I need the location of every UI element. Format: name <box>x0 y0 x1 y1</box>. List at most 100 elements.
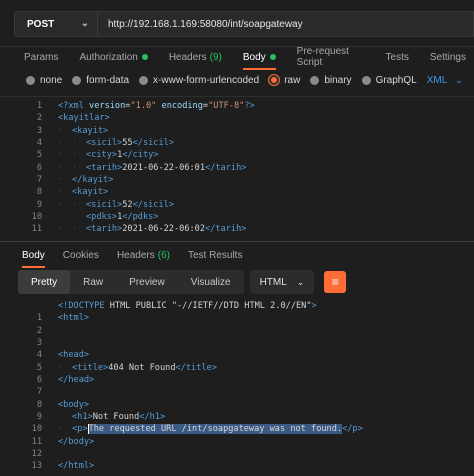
tab-label: Body <box>22 249 45 261</box>
view-raw[interactable]: Raw <box>70 270 116 294</box>
tab-label: Headers <box>116 249 155 261</box>
code-line: 12 <box>0 448 474 460</box>
method-select[interactable]: POST ⌄ <box>14 11 98 37</box>
body-type-label: binary <box>324 74 352 86</box>
tab-settings[interactable]: Settings <box>430 46 474 68</box>
line-number: 3 <box>36 125 42 136</box>
tab-authorization[interactable]: Authorization <box>79 46 155 68</box>
code-line: 2 <kayitlar> <box>0 112 474 124</box>
response-tab-body[interactable]: Body <box>22 244 51 268</box>
response-format-label: HTML <box>259 276 287 288</box>
code-text: · · <tarih>2021-06-22-06:02</tarih> <box>58 224 247 235</box>
code-text: · <p>The requested URL /int/soapgateway w… <box>58 423 363 435</box>
line-number: 6 <box>36 375 42 386</box>
code-line: 6 </head> <box>0 374 474 386</box>
view-preview[interactable]: Preview <box>116 270 178 294</box>
view-visualize[interactable]: Visualize <box>178 270 244 294</box>
line-number: 11 <box>31 436 42 447</box>
view-pretty[interactable]: Pretty <box>18 270 71 294</box>
body-type-x-www-form-urlencoded[interactable]: x-www-form-urlencoded <box>139 75 259 86</box>
code-line: 13 </html> <box>0 460 474 470</box>
code-line: 4 <head> <box>0 349 474 361</box>
radio-icon <box>361 75 371 85</box>
code-line: 4 · · <sicil>55</sicil> <box>0 137 474 149</box>
tab-label: Params <box>24 51 59 63</box>
code-text: <?xml version="1.0" encoding="UTF-8"?> <box>58 101 255 111</box>
tab-label: Body <box>242 51 266 63</box>
code-text: <html> <box>58 313 90 324</box>
tab-pre-request-script[interactable]: Pre-request Script <box>297 46 373 68</box>
radio-icon <box>139 75 149 85</box>
line-number: 2 <box>36 325 42 336</box>
wrap-lines-button[interactable]: ≡ <box>324 271 347 293</box>
response-tab-test-results[interactable]: Test Results <box>188 244 248 266</box>
code-line: 3 <box>0 337 474 349</box>
body-type-form-data[interactable]: form-data <box>72 75 129 86</box>
tab-body[interactable]: Body <box>242 46 284 70</box>
response-body-viewer[interactable]: <!DOCTYPE HTML PUBLIC "-//IETF//DTD HTML… <box>0 300 474 470</box>
response-tab-headers[interactable]: Headers (6) <box>117 244 176 266</box>
chevron-down-icon: ⌄ <box>80 18 89 29</box>
line-number: 3 <box>36 338 42 349</box>
body-type-label: raw <box>284 74 301 86</box>
line-number: 7 <box>36 175 42 186</box>
code-text: · · <tarih>2021-06-22-06:01</tarih> <box>58 162 247 173</box>
body-type-label: x-www-form-urlencoded <box>153 74 260 86</box>
code-text: </html> <box>58 461 95 470</box>
tab-params[interactable]: Params <box>24 46 66 68</box>
response-format-select[interactable]: HTML ⌄ <box>249 270 315 294</box>
request-body-editor[interactable]: 1 <?xml version="1.0" encoding="UTF-8"?> 2… <box>0 96 474 242</box>
code-line: 9 · <h1>Not Found</h1> <box>0 411 474 423</box>
code-line: 1 <html> <box>0 312 474 324</box>
code-text: <kayitlar> <box>58 113 110 124</box>
code-text: · · <sicil>52</sicil> <box>58 199 174 210</box>
response-tab-cookies[interactable]: Cookies <box>63 244 105 266</box>
body-type-options: none form-data x-www-form-urlencoded raw bin… <box>0 70 474 90</box>
code-text: · <kayit> <box>58 125 109 136</box>
code-text: · </kayit> <box>58 175 114 186</box>
method-label: POST <box>27 18 55 30</box>
line-number: 8 <box>36 399 42 410</box>
chevron-down-icon: ⌄ <box>455 74 463 85</box>
tab-headers[interactable]: Headers (9) <box>169 46 230 68</box>
line-number: 1 <box>36 313 42 324</box>
line-number: 7 <box>36 387 42 398</box>
radio-icon <box>310 75 320 85</box>
line-number: 2 <box>36 113 42 124</box>
code-line: 7 · </kayit> <box>0 174 474 186</box>
radio-icon <box>72 75 82 85</box>
tab-label: Tests <box>385 51 409 63</box>
response-format-bar: Pretty Raw Preview Visualize HTML ⌄ ≡ <box>18 270 347 294</box>
code-text: <!DOCTYPE HTML PUBLIC "-//IETF//DTD HTML… <box>58 301 317 311</box>
tab-count: (9) <box>209 51 222 63</box>
code-line: 1 <?xml version="1.0" encoding="UTF-8"?> <box>0 100 474 112</box>
response-view-switch: Pretty Raw Preview Visualize <box>18 270 244 294</box>
code-line: 11 · · <tarih>2021-06-22-06:02</tarih> <box>0 223 474 235</box>
body-type-none[interactable]: none <box>26 75 62 86</box>
tab-tests[interactable]: Tests <box>386 46 417 68</box>
body-type-graphql[interactable]: GraphQL <box>361 74 417 86</box>
body-type-raw[interactable]: raw <box>269 75 300 86</box>
code-line: 5 · <title>404 Not Found</title> <box>0 362 474 374</box>
radio-icon <box>26 75 35 85</box>
code-line: 6 · · <tarih>2021-06-22-06:01</tarih> <box>0 162 474 174</box>
line-number: 1 <box>36 101 42 111</box>
response-tabs: Body Cookies Headers (6) Test Results <box>0 244 474 268</box>
body-format-select[interactable]: XML ⌄ <box>427 75 463 86</box>
line-number: 6 <box>36 162 42 173</box>
code-text: <head> <box>58 350 90 361</box>
body-type-label: GraphQL <box>375 74 417 86</box>
code-text: · <h1>Not Found</h1> <box>58 412 166 423</box>
body-type-binary[interactable]: binary <box>310 74 352 86</box>
body-format-label: XML <box>426 74 448 86</box>
wrap-lines-icon: ≡ <box>331 275 339 289</box>
body-type-label: none <box>40 74 63 86</box>
code-text: · · <sicil>55</sicil> <box>58 138 174 149</box>
tab-label: Headers <box>168 51 207 63</box>
url-input[interactable]: http://192.168.1.169:58080/int/soapgatew… <box>98 11 474 37</box>
code-text: </head> <box>58 375 95 386</box>
chevron-down-icon: ⌄ <box>296 276 305 287</box>
code-line: 7 <box>0 386 474 398</box>
line-number: 4 <box>36 138 42 149</box>
line-number: 4 <box>36 350 42 361</box>
